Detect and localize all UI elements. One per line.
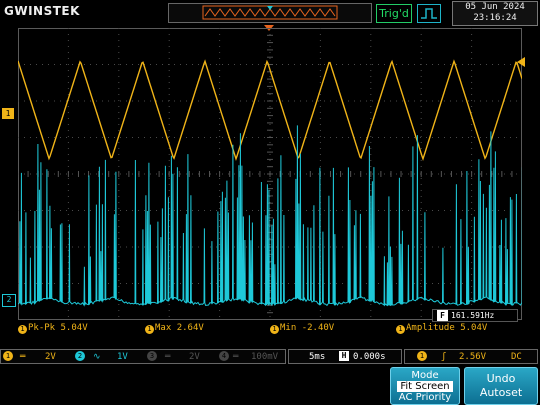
softkey-menu: Mode Fit Screen AC Priority Undo Autoset xyxy=(0,365,540,405)
brand-logo: GWINSTEK xyxy=(4,4,80,18)
measurement-value: 5.04V xyxy=(460,323,488,333)
ch4-coupling-icon: ═ xyxy=(233,352,239,362)
measurement-value: 2.64V xyxy=(176,323,204,333)
measurement-label: Amplitude xyxy=(406,323,455,333)
waveform-display[interactable] xyxy=(18,28,522,320)
measurement-label: Min xyxy=(280,323,297,333)
trigger-status-group: 1 ʃ 2.56V DC xyxy=(404,349,538,364)
trigger-status-badge: Trig'd xyxy=(376,4,412,23)
memory-waveform-icon xyxy=(202,5,338,20)
mode-option-fit-screen[interactable]: Fit Screen xyxy=(397,381,453,392)
undo-autoset-button[interactable]: Undo Autoset xyxy=(464,367,538,405)
date-time-display: 05 Jun 2024 23:16:24 xyxy=(452,1,538,26)
ch1-badge: 1 xyxy=(18,325,27,334)
mode-option-ac-priority[interactable]: AC Priority xyxy=(391,392,459,403)
horizontal-status-group: 5ms H 0.000s xyxy=(288,349,402,364)
ch3-number-badge[interactable]: 3 xyxy=(147,351,157,361)
frequency-readout: F 161.591Hz xyxy=(432,309,518,322)
status-bar: 1 ═ 2V 2 ∿ 1V 3 ═ 2V 4 ═ 100mV 5ms H 0.0… xyxy=(0,349,540,364)
measurement-value: -2.40V xyxy=(301,323,335,333)
mode-title: Mode xyxy=(411,370,439,381)
ch1-badge: 1 xyxy=(145,325,154,334)
ch4-number-badge[interactable]: 4 xyxy=(219,351,229,361)
frequency-value: 161.591Hz xyxy=(451,311,495,320)
measurement-amplitude[interactable]: 1 Amplitude 5.04V xyxy=(396,323,487,334)
horizontal-position-value[interactable]: 0.000s xyxy=(353,350,386,364)
trigger-source-badge[interactable]: 1 xyxy=(417,351,427,361)
measurement-label: Pk-Pk xyxy=(28,323,56,333)
ch1-number-badge[interactable]: 1 xyxy=(3,351,13,361)
ch3-scale[interactable]: 2V xyxy=(189,350,200,364)
mode-softkey-button[interactable]: Mode Fit Screen AC Priority xyxy=(390,367,460,405)
measurement-max[interactable]: 1 Max 2.64V xyxy=(145,323,204,334)
ch2-ground-marker[interactable]: 2 xyxy=(2,294,16,307)
ch1-coupling-icon: ═ xyxy=(20,352,26,362)
ch2-coupling-icon: ∿ xyxy=(93,352,101,362)
ch2-scale[interactable]: 1V xyxy=(117,350,128,364)
time-text: 23:16:24 xyxy=(473,13,517,23)
horizontal-position-badge: H xyxy=(339,351,349,361)
date-text: 05 Jun 2024 xyxy=(465,2,525,12)
ch1-badge: 1 xyxy=(270,325,279,334)
trigger-edge-icon xyxy=(417,4,441,23)
ch1-ground-marker[interactable]: 1 xyxy=(2,108,14,119)
trigger-level-value[interactable]: 2.56V xyxy=(459,350,486,364)
channel-status-group: 1 ═ 2V 2 ∿ 1V 3 ═ 2V 4 ═ 100mV xyxy=(0,349,286,364)
undo-label: Undo xyxy=(486,372,516,385)
top-bar: GWINSTEK Trig'd 05 Jun 2024 23:16:24 xyxy=(0,0,540,26)
ch4-scale[interactable]: 100mV xyxy=(251,350,278,364)
measurement-bar: 1 Pk-Pk 5.04V 1 Max 2.64V 1 Min -2.40V 1 Amp… xyxy=(0,322,540,336)
measurement-pk-pk[interactable]: 1 Pk-Pk 5.04V xyxy=(18,323,88,334)
ch2-number-badge[interactable]: 2 xyxy=(75,351,85,361)
ch1-badge: 1 xyxy=(396,325,405,334)
ch1-scale[interactable]: 2V xyxy=(45,350,56,364)
ch1-waveform xyxy=(18,59,522,161)
measurement-label: Max xyxy=(155,323,172,333)
timebase-value[interactable]: 5ms xyxy=(309,350,325,364)
trigger-level-marker-icon xyxy=(517,57,525,67)
measurement-min[interactable]: 1 Min -2.40V xyxy=(270,323,334,334)
trigger-slope-icon: ʃ xyxy=(441,352,447,362)
ch3-coupling-icon: ═ xyxy=(165,352,171,362)
autoset-label: Autoset xyxy=(479,386,523,399)
measurement-value: 5.04V xyxy=(60,323,88,333)
frequency-badge: F xyxy=(437,310,448,321)
trigger-coupling-value[interactable]: DC xyxy=(511,350,522,364)
memory-bar xyxy=(168,3,372,23)
